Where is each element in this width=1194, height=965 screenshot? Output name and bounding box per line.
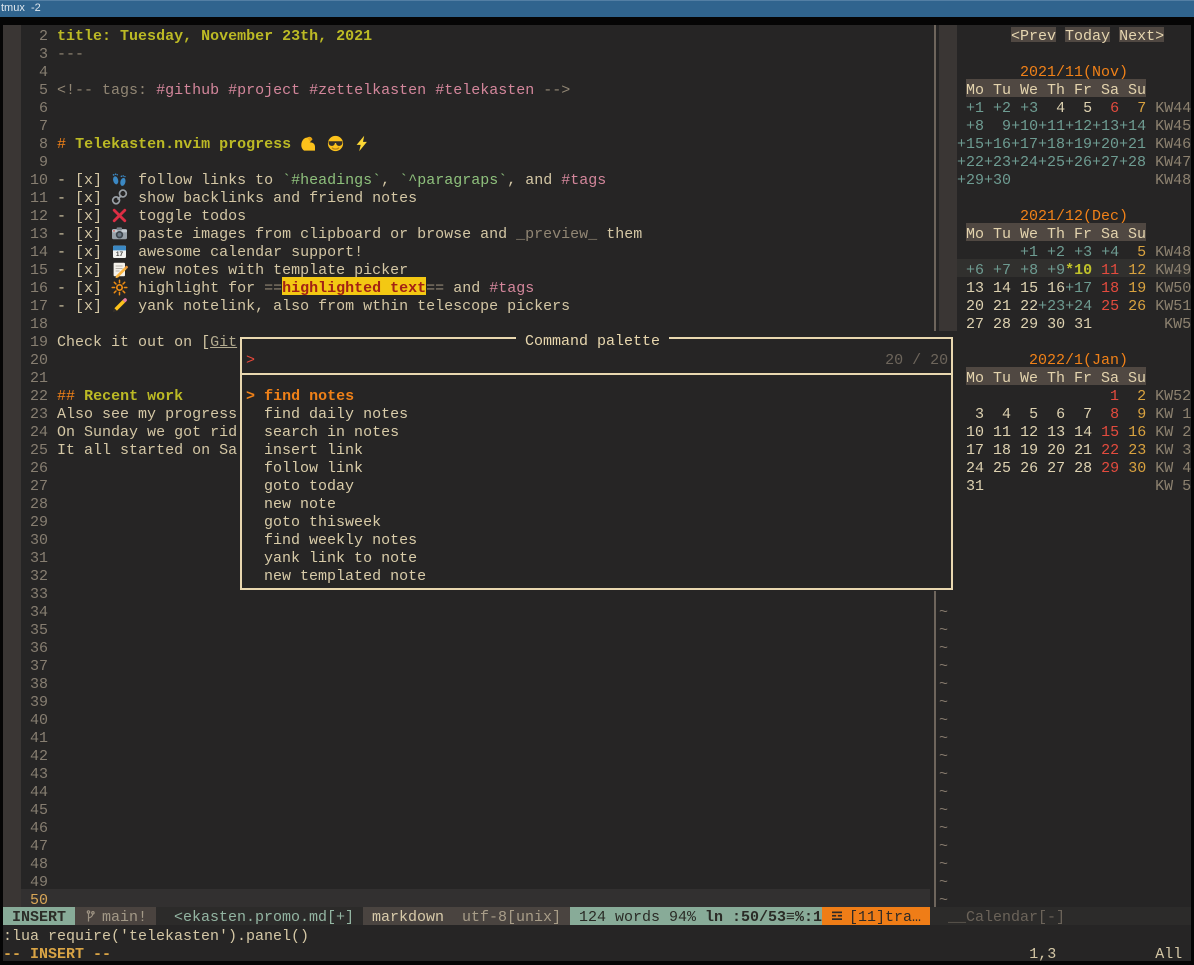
svg-text:17: 17 bbox=[116, 251, 124, 258]
